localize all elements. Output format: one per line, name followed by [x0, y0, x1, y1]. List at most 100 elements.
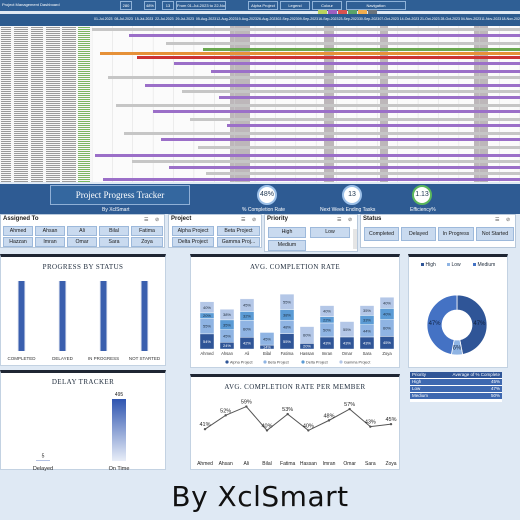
tracker-subtitle: By XclSmart: [102, 207, 130, 213]
progress-by-status-chart: COMPLETED DELAYED IN PROGRESS NOT STARTED: [7, 281, 161, 361]
legend-marker: [263, 360, 267, 364]
segment-label: 35%: [363, 308, 371, 313]
rate-label: 57%: [344, 402, 355, 408]
slicer-item-delayed[interactable]: Delayed: [401, 227, 436, 241]
multi-select-icon[interactable]: ☰: [144, 217, 148, 223]
slicer-item-bilal[interactable]: Bilal: [99, 226, 129, 236]
legend-marker: [301, 360, 305, 364]
donut-label: 47%: [429, 321, 442, 327]
gantt-date-label: 15-Jul-2023: [134, 17, 154, 21]
assigned-to-slicer: Assigned To ☰ ⊘ Ahmed Ahsan Ali Bilal Fa…: [0, 214, 165, 248]
rate-point: [389, 422, 393, 426]
avg-completion-chart: 54% 55% 20% 40% Ahmed 24% 45% 35% 38% Ahsan 42% 60%…: [199, 293, 395, 365]
gantt-date-label: 28-Oct-2023: [440, 17, 460, 21]
member-label: Ali: [245, 351, 250, 356]
slicer-item-alpha[interactable]: Alpha Project: [172, 226, 214, 236]
efficiency-kpi-label: Efficiency%: [410, 207, 436, 213]
project-box[interactable]: Alpha Project: [248, 1, 278, 10]
status-bar: [18, 281, 25, 351]
segment-label: 43%: [323, 340, 331, 345]
segment-label: 42%: [243, 341, 251, 346]
clear-filter-icon[interactable]: ⊘: [506, 217, 510, 223]
slicer-item-fatima[interactable]: Fatima: [131, 226, 163, 236]
slicer-item-ali[interactable]: Ali: [67, 226, 97, 236]
gantt-date-label: 21-Oct-2023: [420, 17, 440, 21]
gantt-bar: [124, 132, 520, 135]
slicer-item-sara[interactable]: Sara: [99, 237, 129, 247]
colour-box: Colour: [312, 1, 342, 10]
rate-point: [369, 425, 372, 428]
date-range-box: From 01-Jul-2023 to 22-Nov-2023: [176, 1, 226, 10]
delay-tracker-chart: 5 Delayed 495 On Time: [33, 392, 129, 471]
segment-label: 20%: [203, 313, 211, 318]
legend-label: Alpha Project: [230, 361, 254, 365]
rate-label: 52%: [220, 408, 231, 414]
navigation-box[interactable]: Navigation: [346, 1, 406, 10]
slicer-item-in-progress[interactable]: In Progress: [438, 227, 474, 241]
slicer-item-medium[interactable]: Medium: [268, 240, 306, 251]
gantt-date-label: 08-Jul-2023: [114, 17, 133, 21]
avg-rate-member-card: AVG. COMPLETION RATE PER MEMBER 41% Ahmed…: [190, 374, 400, 470]
priority-donut-card: High Low Medium 47% 6% 47%: [408, 254, 508, 368]
gantt-date-label: 07-Oct-2023: [379, 17, 399, 21]
clear-filter-icon[interactable]: ⊘: [155, 217, 159, 223]
slicer-item-imran[interactable]: Imran: [35, 237, 65, 247]
slicer-item-hazzan[interactable]: Hazzan: [3, 237, 33, 247]
segment-label: 60%: [383, 326, 391, 331]
member-label: Ahmed: [200, 351, 214, 356]
pivot-key: Priority: [412, 372, 427, 377]
slicer-item-completed[interactable]: Completed: [364, 227, 399, 241]
member-label: Ali: [244, 461, 250, 467]
gantt-bar: [198, 146, 520, 149]
slicer-item-delta[interactable]: Delta Project: [172, 237, 214, 247]
gantt-bar: [100, 52, 520, 55]
slicer-item-low[interactable]: Low: [310, 227, 350, 238]
gantt-bar: [166, 42, 520, 45]
slicer-item-ahmed[interactable]: Ahmed: [3, 226, 33, 236]
segment-label: 35%: [223, 322, 231, 327]
member-label: Imran: [322, 351, 333, 356]
rate-label: 41%: [199, 422, 210, 428]
delay-value-label: 495: [115, 392, 124, 398]
pivot-row: Low 47%: [410, 386, 502, 392]
slicer-item-beta[interactable]: Beta Project: [217, 226, 260, 236]
pivot-key: Low: [412, 386, 421, 391]
segment-label: 45%: [223, 333, 231, 338]
dashboard-title: Project Management Dashboard: [2, 2, 60, 7]
gantt-bar: [219, 96, 520, 99]
slicer-item-not-started[interactable]: Not Started: [476, 227, 514, 241]
rate-point: [286, 412, 289, 416]
gantt-date-label: 04-Nov-2023: [460, 17, 482, 21]
multi-select-icon[interactable]: ☰: [495, 217, 499, 223]
multi-select-icon[interactable]: ☰: [337, 217, 341, 223]
gantt-date-label: 18-Nov-2023: [501, 17, 520, 21]
rate-label: 48%: [323, 413, 334, 419]
member-label: Omar: [343, 461, 356, 467]
segment-label: 45%: [383, 340, 391, 345]
gantt-bar: [153, 110, 520, 113]
legend-label: Medium: [478, 262, 496, 268]
avg-completion-card: AVG. COMPLETION RATE 54% 55% 20% 40% Ahmed 24…: [190, 254, 400, 368]
task-row: [0, 180, 92, 182]
segment-label: 44%: [363, 328, 371, 333]
slicer-item-ahsan[interactable]: Ahsan: [35, 226, 65, 236]
progress-by-status-title: PROGRESS BY STATUS: [42, 263, 124, 271]
gantt-bar: [95, 154, 520, 157]
delay-bar: [112, 399, 126, 461]
gantt-bar: [206, 172, 520, 175]
gantt-date-label: 30-Sep-2023: [358, 17, 380, 21]
slicer-item-zoya[interactable]: Zoya: [131, 237, 163, 247]
slicer-item-omar[interactable]: Omar: [67, 237, 97, 247]
gantt-date-label: 19-Aug-2023: [236, 17, 257, 21]
rate-point: [224, 414, 227, 417]
delay-bar: [36, 460, 50, 461]
legend-label: Delta Project: [306, 361, 329, 365]
scrollbar[interactable]: [353, 229, 357, 249]
slicer-item-gamma[interactable]: Gamma Proj...: [217, 237, 260, 247]
next-week-box: 13: [162, 1, 174, 10]
multi-select-icon[interactable]: ☰: [241, 217, 245, 223]
clear-filter-icon[interactable]: ⊘: [252, 217, 256, 223]
clear-filter-icon[interactable]: ⊘: [348, 217, 352, 223]
member-label: Ahsan: [219, 461, 233, 467]
slicer-item-high[interactable]: High: [268, 227, 306, 238]
